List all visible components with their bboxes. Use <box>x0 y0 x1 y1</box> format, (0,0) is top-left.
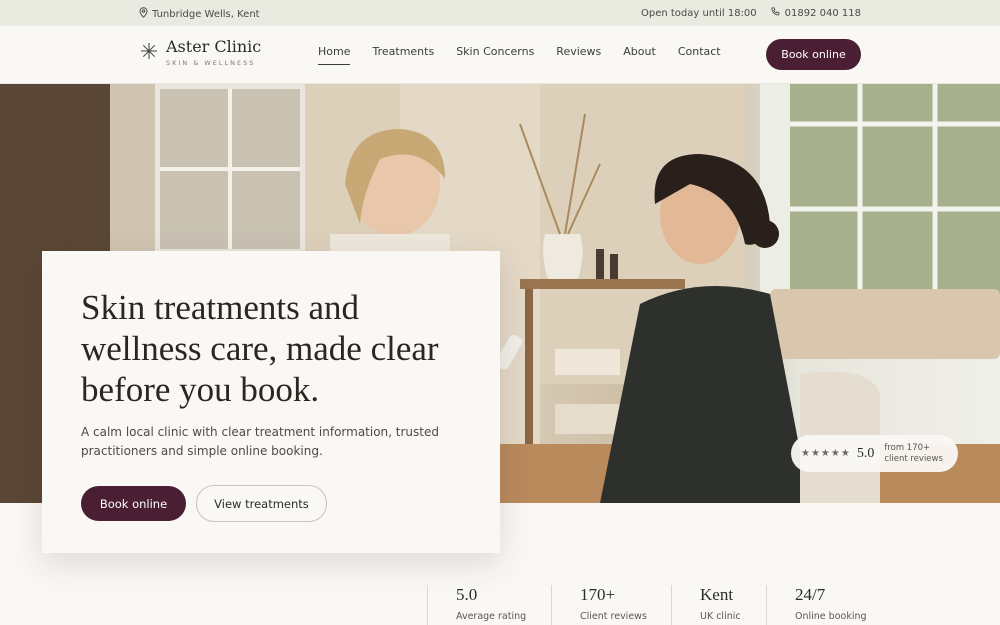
logo[interactable]: Aster Clinic SKIN & WELLNESS <box>140 38 261 67</box>
stat-label: Average rating <box>456 611 527 622</box>
review-count: from 170+ client reviews <box>884 442 943 464</box>
stat-item: Kent UK clinic <box>671 585 766 625</box>
nav-home[interactable]: Home <box>318 45 351 65</box>
hero-heading: Skin treatments and wellness care, made … <box>81 288 439 409</box>
asterisk-logo-icon <box>140 42 158 64</box>
hero-description: A calm local clinic with clear treatment… <box>81 425 439 458</box>
stat-value: Kent <box>700 585 734 604</box>
stat-label: Online booking <box>795 611 867 622</box>
hero-book-online-button[interactable]: Book online <box>81 486 186 521</box>
stat-item: 24/7 Online booking <box>766 585 875 625</box>
map-pin-icon <box>139 7 148 21</box>
stat-label: Client reviews <box>580 611 647 622</box>
stats-row: 5.0 Average rating 170+ Client reviews K… <box>427 585 875 625</box>
nav-contact[interactable]: Contact <box>678 45 721 65</box>
book-online-button[interactable]: Book online <box>766 39 861 70</box>
site-header: Aster Clinic SKIN & WELLNESS Home Treatm… <box>0 26 1000 84</box>
stat-item: 5.0 Average rating <box>427 585 551 625</box>
stat-label: UK clinic <box>700 611 741 622</box>
opening-hours: Open today until 18:00 <box>641 7 757 19</box>
top-info-bar: Tunbridge Wells, Kent Open today until 1… <box>0 0 1000 26</box>
stat-value: 5.0 <box>456 585 478 604</box>
star-rating-icon: ★★★★★ <box>801 448 851 459</box>
location: Tunbridge Wells, Kent <box>139 7 260 21</box>
brand-name: Aster Clinic <box>166 37 262 56</box>
rating-score: 5.0 <box>856 445 875 461</box>
nav-treatments[interactable]: Treatments <box>372 45 434 65</box>
stat-item: 170+ Client reviews <box>551 585 671 625</box>
phone-number: 01892 040 118 <box>784 7 861 19</box>
brand-tagline: SKIN & WELLNESS <box>166 59 256 67</box>
nav-about[interactable]: About <box>623 45 656 65</box>
nav-skin-concerns[interactable]: Skin Concerns <box>456 45 534 65</box>
stat-value: 170+ <box>580 585 616 604</box>
stat-value: 24/7 <box>795 585 826 604</box>
phone-icon <box>771 7 780 19</box>
view-treatments-button[interactable]: View treatments <box>196 485 327 522</box>
phone-link[interactable]: 01892 040 118 <box>771 7 861 19</box>
location-text: Tunbridge Wells, Kent <box>152 8 260 20</box>
rating-badge: ★★★★★ 5.0 from 170+ client reviews <box>791 435 958 472</box>
main-nav: Home Treatments Skin Concerns Reviews Ab… <box>318 45 721 65</box>
nav-reviews[interactable]: Reviews <box>556 45 601 65</box>
hero-card: Skin treatments and wellness care, made … <box>42 251 500 553</box>
